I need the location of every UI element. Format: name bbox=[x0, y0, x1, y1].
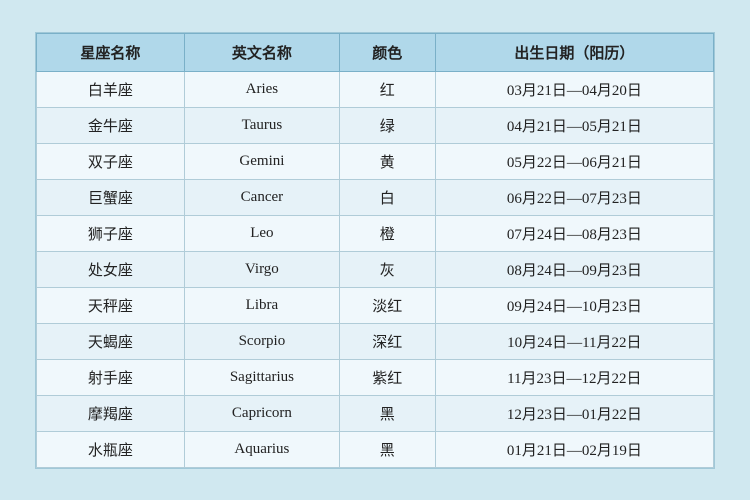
cell-color: 深红 bbox=[339, 323, 435, 359]
cell-english: Virgo bbox=[184, 251, 339, 287]
cell-dates: 07月24日—08月23日 bbox=[435, 215, 713, 251]
cell-english: Leo bbox=[184, 215, 339, 251]
table-row: 处女座Virgo灰08月24日—09月23日 bbox=[37, 251, 714, 287]
cell-english: Aquarius bbox=[184, 431, 339, 467]
cell-chinese: 处女座 bbox=[37, 251, 185, 287]
cell-chinese: 狮子座 bbox=[37, 215, 185, 251]
col-header-chinese: 星座名称 bbox=[37, 33, 185, 71]
table-body: 白羊座Aries红03月21日—04月20日金牛座Taurus绿04月21日—0… bbox=[37, 71, 714, 467]
cell-chinese: 巨蟹座 bbox=[37, 179, 185, 215]
cell-chinese: 天秤座 bbox=[37, 287, 185, 323]
cell-english: Capricorn bbox=[184, 395, 339, 431]
cell-color: 淡红 bbox=[339, 287, 435, 323]
cell-english: Libra bbox=[184, 287, 339, 323]
table-row: 天秤座Libra淡红09月24日—10月23日 bbox=[37, 287, 714, 323]
cell-color: 橙 bbox=[339, 215, 435, 251]
table-row: 金牛座Taurus绿04月21日—05月21日 bbox=[37, 107, 714, 143]
col-header-color: 颜色 bbox=[339, 33, 435, 71]
col-header-dates: 出生日期（阳历） bbox=[435, 33, 713, 71]
cell-chinese: 射手座 bbox=[37, 359, 185, 395]
cell-color: 黑 bbox=[339, 431, 435, 467]
cell-dates: 08月24日—09月23日 bbox=[435, 251, 713, 287]
cell-english: Aries bbox=[184, 71, 339, 107]
table-row: 射手座Sagittarius紫红11月23日—12月22日 bbox=[37, 359, 714, 395]
cell-english: Sagittarius bbox=[184, 359, 339, 395]
cell-color: 灰 bbox=[339, 251, 435, 287]
cell-dates: 12月23日—01月22日 bbox=[435, 395, 713, 431]
cell-chinese: 水瓶座 bbox=[37, 431, 185, 467]
cell-color: 绿 bbox=[339, 107, 435, 143]
table-row: 狮子座Leo橙07月24日—08月23日 bbox=[37, 215, 714, 251]
table-header-row: 星座名称 英文名称 颜色 出生日期（阳历） bbox=[37, 33, 714, 71]
table-row: 摩羯座Capricorn黑12月23日—01月22日 bbox=[37, 395, 714, 431]
cell-color: 黑 bbox=[339, 395, 435, 431]
cell-chinese: 天蝎座 bbox=[37, 323, 185, 359]
cell-english: Taurus bbox=[184, 107, 339, 143]
cell-chinese: 双子座 bbox=[37, 143, 185, 179]
cell-dates: 11月23日—12月22日 bbox=[435, 359, 713, 395]
cell-english: Scorpio bbox=[184, 323, 339, 359]
cell-color: 白 bbox=[339, 179, 435, 215]
cell-color: 黄 bbox=[339, 143, 435, 179]
table-row: 双子座Gemini黄05月22日—06月21日 bbox=[37, 143, 714, 179]
cell-dates: 06月22日—07月23日 bbox=[435, 179, 713, 215]
cell-dates: 05月22日—06月21日 bbox=[435, 143, 713, 179]
cell-chinese: 摩羯座 bbox=[37, 395, 185, 431]
table-row: 白羊座Aries红03月21日—04月20日 bbox=[37, 71, 714, 107]
cell-chinese: 白羊座 bbox=[37, 71, 185, 107]
table-row: 巨蟹座Cancer白06月22日—07月23日 bbox=[37, 179, 714, 215]
table-row: 天蝎座Scorpio深红10月24日—11月22日 bbox=[37, 323, 714, 359]
cell-dates: 03月21日—04月20日 bbox=[435, 71, 713, 107]
cell-chinese: 金牛座 bbox=[37, 107, 185, 143]
col-header-english: 英文名称 bbox=[184, 33, 339, 71]
cell-color: 红 bbox=[339, 71, 435, 107]
cell-english: Cancer bbox=[184, 179, 339, 215]
cell-dates: 09月24日—10月23日 bbox=[435, 287, 713, 323]
cell-dates: 01月21日—02月19日 bbox=[435, 431, 713, 467]
cell-dates: 10月24日—11月22日 bbox=[435, 323, 713, 359]
cell-english: Gemini bbox=[184, 143, 339, 179]
zodiac-table-container: 星座名称 英文名称 颜色 出生日期（阳历） 白羊座Aries红03月21日—04… bbox=[35, 32, 715, 469]
cell-dates: 04月21日—05月21日 bbox=[435, 107, 713, 143]
zodiac-table: 星座名称 英文名称 颜色 出生日期（阳历） 白羊座Aries红03月21日—04… bbox=[36, 33, 714, 468]
table-row: 水瓶座Aquarius黑01月21日—02月19日 bbox=[37, 431, 714, 467]
cell-color: 紫红 bbox=[339, 359, 435, 395]
